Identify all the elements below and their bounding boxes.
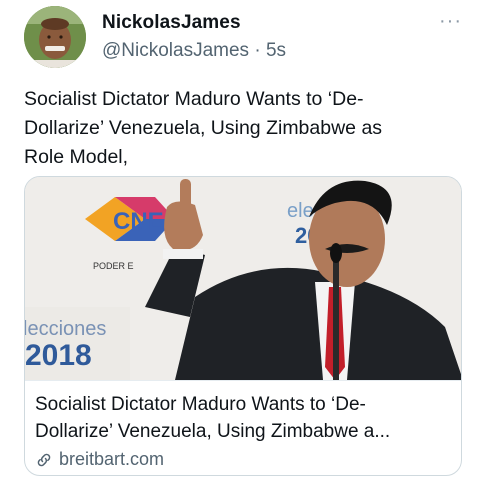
author-meta: @NickolasJames · 5s [102, 40, 286, 62]
meta-separator: · [254, 40, 261, 61]
card-source-domain[interactable]: breitbart.com [59, 449, 164, 470]
news-photo: CNE PODER E elecc 20 lecciones 2018 [25, 177, 461, 380]
card-body[interactable]: Socialist Dictator Maduro Wants to ‘De- … [25, 380, 461, 475]
cne-logo-text: CNE [113, 208, 164, 235]
more-dots-icon[interactable]: ··· [439, 10, 462, 33]
link-preview-card[interactable]: CNE PODER E elecc 20 lecciones 2018 Soci… [24, 176, 462, 476]
tweet-timestamp[interactable]: 5s [266, 40, 286, 61]
card-source[interactable]: breitbart.com [35, 449, 164, 470]
avatar-photo-icon [24, 6, 86, 68]
avatar[interactable] [24, 6, 86, 68]
card-title[interactable]: Socialist Dictator Maduro Wants to ‘De- … [35, 391, 453, 445]
elecciones-text: lecciones [25, 318, 106, 340]
poder-text: PODER E [93, 261, 134, 271]
link-icon [37, 453, 51, 466]
author-handle[interactable]: @NickolasJames [102, 40, 249, 61]
year-text-left: 2018 [25, 339, 92, 372]
tweet-text: Socialist Dictator Maduro Wants to ‘De- … [24, 88, 383, 168]
author-display-name[interactable]: NickolasJames [102, 12, 241, 34]
card-image[interactable]: CNE PODER E elecc 20 lecciones 2018 [25, 177, 461, 380]
